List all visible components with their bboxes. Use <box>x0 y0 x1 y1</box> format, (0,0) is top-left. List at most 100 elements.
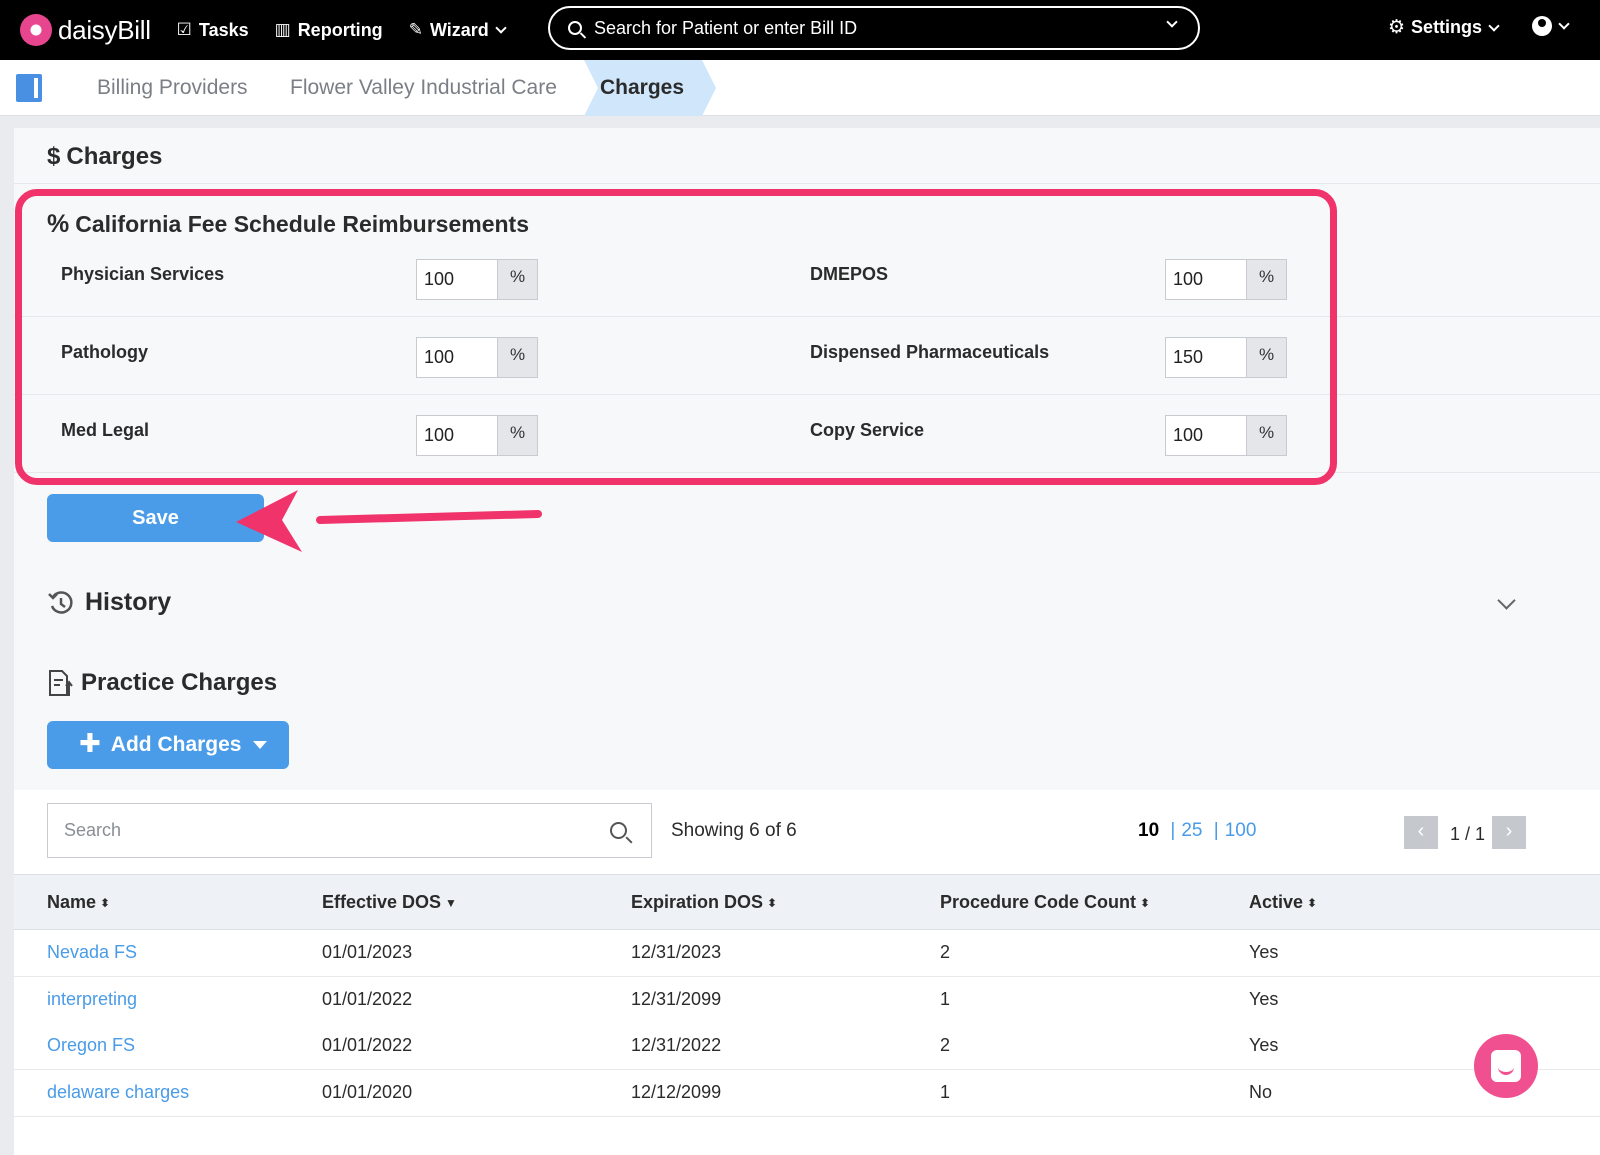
row-name-link[interactable]: interpreting <box>47 989 137 1010</box>
nav-tasks-label: Tasks <box>198 19 249 40</box>
global-search-placeholder: Search for Patient or enter Bill ID <box>594 17 858 38</box>
sort-icon: ⬍ <box>767 896 778 910</box>
separator: | <box>1213 820 1219 841</box>
table-row <box>14 1070 1600 1117</box>
row-active: Yes <box>1249 942 1279 962</box>
page-size-option[interactable]: 100 <box>1225 820 1257 841</box>
nav-tasks[interactable]: ☑ Tasks <box>177 20 249 41</box>
sort-icon: ⬍ <box>1140 896 1151 910</box>
user-avatar-icon <box>1532 16 1552 36</box>
nav-wizard[interactable]: ✎ Wizard <box>408 19 507 41</box>
column-name-label: Name <box>47 892 97 912</box>
daisy-logo-icon <box>20 14 52 46</box>
results-count: Showing 6 of 6 <box>671 820 797 841</box>
nav-reporting-label: Reporting <box>297 19 383 40</box>
add-charges-label: Add Charges <box>110 733 242 756</box>
settings-label: Settings <box>1411 17 1483 37</box>
column-active-label: Active <box>1249 892 1304 912</box>
column-count-label: Procedure Code Count <box>940 892 1137 912</box>
row-effective-dos: 01/01/2020 <box>322 1082 413 1102</box>
add-charges-button[interactable]: ✚ Add Charges <box>47 721 289 769</box>
column-effective-label: Effective DOS <box>322 892 442 912</box>
chat-launcher-icon[interactable] <box>1474 1034 1538 1098</box>
sidebar-toggle-icon[interactable] <box>16 74 42 102</box>
prev-page-button[interactable]: ‹ <box>1404 816 1438 849</box>
chevron-down-icon <box>1488 19 1500 32</box>
row-name-link[interactable]: Nevada FS <box>47 942 137 963</box>
charges-heading: $ Charges <box>47 143 162 171</box>
plus-icon: ✚ <box>79 728 101 758</box>
settings-menu[interactable]: ⚙ Settings <box>1388 16 1500 39</box>
user-menu[interactable] <box>1532 16 1570 36</box>
chevron-down-icon[interactable] <box>1166 16 1178 28</box>
clipboard-icon: ☑ <box>176 20 192 39</box>
row-expiration-dos: 12/31/2023 <box>631 942 722 962</box>
breadcrumb-billing-providers[interactable]: Billing Providers <box>97 76 248 100</box>
gear-icon: ⚙ <box>1388 17 1406 38</box>
search-icon <box>568 21 582 35</box>
table-row <box>14 930 1600 977</box>
row-name-link[interactable]: Oregon FS <box>47 1035 135 1056</box>
row-name-link[interactable]: delaware charges <box>47 1082 189 1103</box>
history-title: History <box>85 588 172 616</box>
history-heading[interactable]: History <box>47 588 171 617</box>
column-header-procedure-code-count[interactable]: Procedure Code Count ⬍ <box>940 892 1150 913</box>
search-icon[interactable] <box>610 822 627 839</box>
breadcrumb: Billing Providers Flower Valley Industri… <box>0 60 1600 116</box>
nav-wizard-label: Wizard <box>429 19 489 40</box>
table-search-input[interactable] <box>64 820 584 841</box>
bar-chart-icon: ▥ <box>274 20 291 39</box>
global-search[interactable]: Search for Patient or enter Bill ID <box>548 6 1200 50</box>
row-procedure-count: 1 <box>940 1082 951 1102</box>
column-header-name[interactable]: Name ⬍ <box>47 892 110 913</box>
row-active: Yes <box>1249 989 1279 1009</box>
column-header-effective-dos[interactable]: Effective DOS ▼ <box>322 892 457 913</box>
row-effective-dos: 01/01/2022 <box>322 989 413 1009</box>
table-row <box>14 977 1600 1024</box>
chevron-down-icon <box>495 22 507 34</box>
column-expiration-label: Expiration DOS <box>631 892 764 912</box>
brand-logo[interactable]: daisyBill <box>20 14 151 46</box>
row-active: No <box>1249 1082 1273 1102</box>
table-row <box>14 1023 1600 1070</box>
row-active: Yes <box>1249 1035 1279 1055</box>
row-procedure-count: 1 <box>940 989 951 1009</box>
breadcrumb-provider[interactable]: Flower Valley Industrial Care <box>290 76 557 100</box>
practice-charges-heading: Practice Charges <box>47 669 277 697</box>
page-size-option[interactable]: 25 <box>1181 820 1202 841</box>
breadcrumb-charges: Charges <box>600 76 685 99</box>
table-header <box>14 874 1600 930</box>
row-effective-dos: 01/01/2022 <box>322 1035 413 1055</box>
page-size-selector: 10 | 25 | 100 <box>1138 820 1256 842</box>
dollar-icon: $ <box>47 143 61 170</box>
chevron-down-icon <box>1558 18 1570 30</box>
sort-desc-icon: ▼ <box>445 896 457 910</box>
practice-charges-title: Practice Charges <box>81 669 278 696</box>
annotation-arrow <box>236 490 542 552</box>
row-procedure-count: 2 <box>940 1035 951 1055</box>
row-procedure-count: 2 <box>940 942 951 962</box>
next-page-button[interactable]: › <box>1492 816 1526 849</box>
row-effective-dos: 01/01/2023 <box>322 942 413 962</box>
caret-down-icon <box>253 741 268 749</box>
sort-icon: ⬍ <box>1307 896 1318 910</box>
row-expiration-dos: 12/31/2022 <box>631 1035 722 1055</box>
brand-name: daisyBill <box>58 14 151 45</box>
sort-icon: ⬍ <box>100 896 111 910</box>
magic-wand-icon: ✎ <box>408 20 423 39</box>
column-header-expiration-dos[interactable]: Expiration DOS ⬍ <box>631 892 777 913</box>
column-header-active[interactable]: Active ⬍ <box>1249 892 1317 913</box>
page-size-current[interactable]: 10 <box>1138 820 1159 841</box>
document-upload-icon <box>49 670 73 696</box>
charges-title: Charges <box>66 143 163 170</box>
top-navbar: daisyBill ☑ Tasks ▥ Reporting ✎ Wizard S… <box>0 0 1600 60</box>
separator: | <box>1170 820 1176 841</box>
table-search <box>47 803 652 858</box>
page-indicator: 1 / 1 <box>1450 824 1486 844</box>
row-expiration-dos: 12/12/2099 <box>631 1082 722 1102</box>
divider <box>14 183 1600 184</box>
nav-reporting[interactable]: ▥ Reporting <box>275 20 383 41</box>
highlight-annotation-box <box>15 189 1337 485</box>
row-expiration-dos: 12/31/2099 <box>631 989 722 1009</box>
history-icon <box>48 590 73 614</box>
